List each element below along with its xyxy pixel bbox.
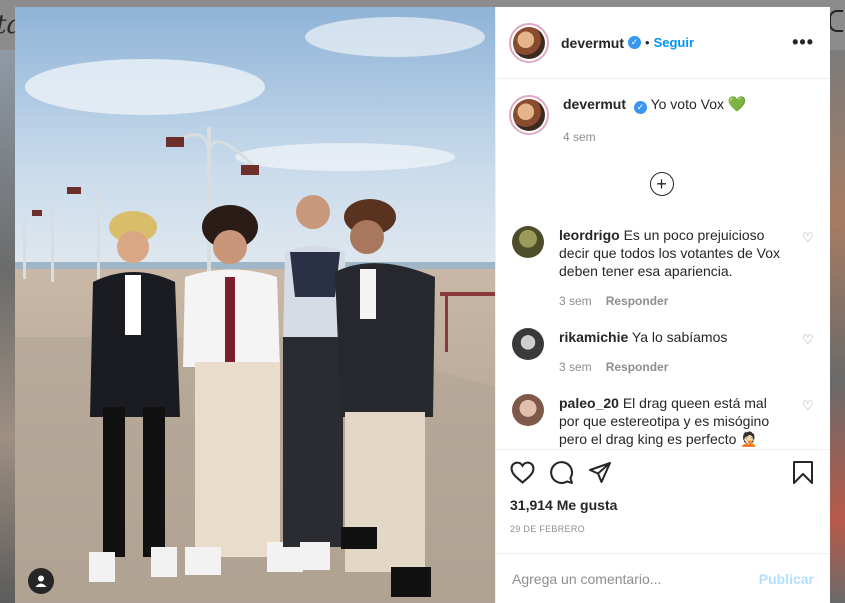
author-info: devermut ✓ • Seguir: [561, 35, 694, 51]
add-comment-bar: Publicar: [496, 553, 830, 603]
comment-body: rikamichie Ya lo sabíamos 3 sem Responde…: [559, 328, 727, 376]
comment-body: paleo_20 El drag queen está mal por que …: [559, 394, 786, 448]
comment-like-heart-icon[interactable]: ♡: [802, 399, 814, 412]
separator-dot: •: [645, 35, 650, 50]
backdrop-heart-icon: [829, 10, 843, 32]
reply-button[interactable]: Responder: [606, 358, 669, 376]
caption-body: devermut ✓ Yo voto Vox 💚 4 sem: [563, 95, 747, 146]
backdrop-left-strip: [0, 50, 15, 603]
caption-timestamp: 4 sem: [563, 130, 596, 144]
post-sidebar: devermut ✓ • Seguir ••• devermut ✓ Yo vo…: [495, 7, 830, 603]
comment-like-heart-icon[interactable]: ♡: [802, 231, 814, 244]
caption-username[interactable]: devermut: [563, 96, 626, 112]
comment-like-heart-icon[interactable]: ♡: [802, 333, 814, 346]
heart-icon[interactable]: [510, 461, 535, 484]
publish-button[interactable]: Publicar: [759, 571, 814, 587]
reply-button[interactable]: Responder: [606, 292, 669, 310]
comment-icon[interactable]: [549, 460, 574, 485]
post-actions: 31,914 Me gusta 29 DE FEBRERO: [496, 449, 830, 553]
action-icons: [510, 460, 814, 485]
author-avatar[interactable]: [509, 22, 549, 63]
backdrop-right-strip: [829, 50, 845, 603]
comment-username[interactable]: leordrigo: [559, 227, 620, 243]
caption-avatar[interactable]: [509, 95, 549, 135]
verified-icon: ✓: [628, 36, 642, 49]
follow-button[interactable]: Seguir: [654, 35, 694, 50]
comment-text: Ya lo sabíamos: [631, 329, 728, 345]
comment-item: rikamichie Ya lo sabíamos 3 sem Responde…: [509, 328, 814, 376]
comment-avatar[interactable]: [512, 226, 544, 258]
user-icon: [35, 575, 47, 587]
comment-username[interactable]: paleo_20: [559, 395, 619, 411]
post-photo[interactable]: [15, 7, 495, 603]
photo-illustration: [15, 7, 495, 603]
post-date: 29 DE FEBRERO: [510, 524, 585, 534]
comment-input[interactable]: [512, 570, 759, 587]
post-caption: devermut ✓ Yo voto Vox 💚 4 sem: [509, 95, 814, 146]
green-heart-emoji: 💚: [727, 96, 747, 113]
bookmark-icon[interactable]: [792, 460, 814, 485]
caption-text: Yo voto Vox: [650, 96, 724, 112]
more-options-icon[interactable]: •••: [792, 32, 814, 53]
comment-avatar[interactable]: [512, 394, 544, 426]
comment-meta: 3 sem Responder: [559, 292, 786, 310]
load-more-button[interactable]: +: [649, 172, 674, 196]
tagged-users-button[interactable]: [28, 568, 54, 594]
comment-meta: 3 sem Responder: [559, 358, 727, 376]
comment-time: 3 sem: [559, 294, 592, 308]
verified-icon: ✓: [633, 101, 647, 114]
post-modal: devermut ✓ • Seguir ••• devermut ✓ Yo vo…: [15, 7, 830, 603]
share-icon[interactable]: [588, 461, 612, 484]
comment-username[interactable]: rikamichie: [559, 329, 628, 345]
load-more-comments: +: [509, 172, 814, 196]
comment-body: leordrigo Es un poco prejuicioso decir q…: [559, 226, 786, 310]
comment-item: leordrigo Es un poco prejuicioso decir q…: [509, 226, 814, 310]
post-header: devermut ✓ • Seguir •••: [496, 7, 830, 79]
like-count[interactable]: 31,914 Me gusta: [510, 497, 814, 513]
comment-avatar[interactable]: [512, 328, 544, 360]
author-username[interactable]: devermut: [561, 35, 624, 51]
comment-time: 3 sem: [559, 360, 592, 374]
comments-section[interactable]: devermut ✓ Yo voto Vox 💚 4 sem + leordri…: [496, 79, 830, 449]
comment-item: paleo_20 El drag queen está mal por que …: [509, 394, 814, 448]
